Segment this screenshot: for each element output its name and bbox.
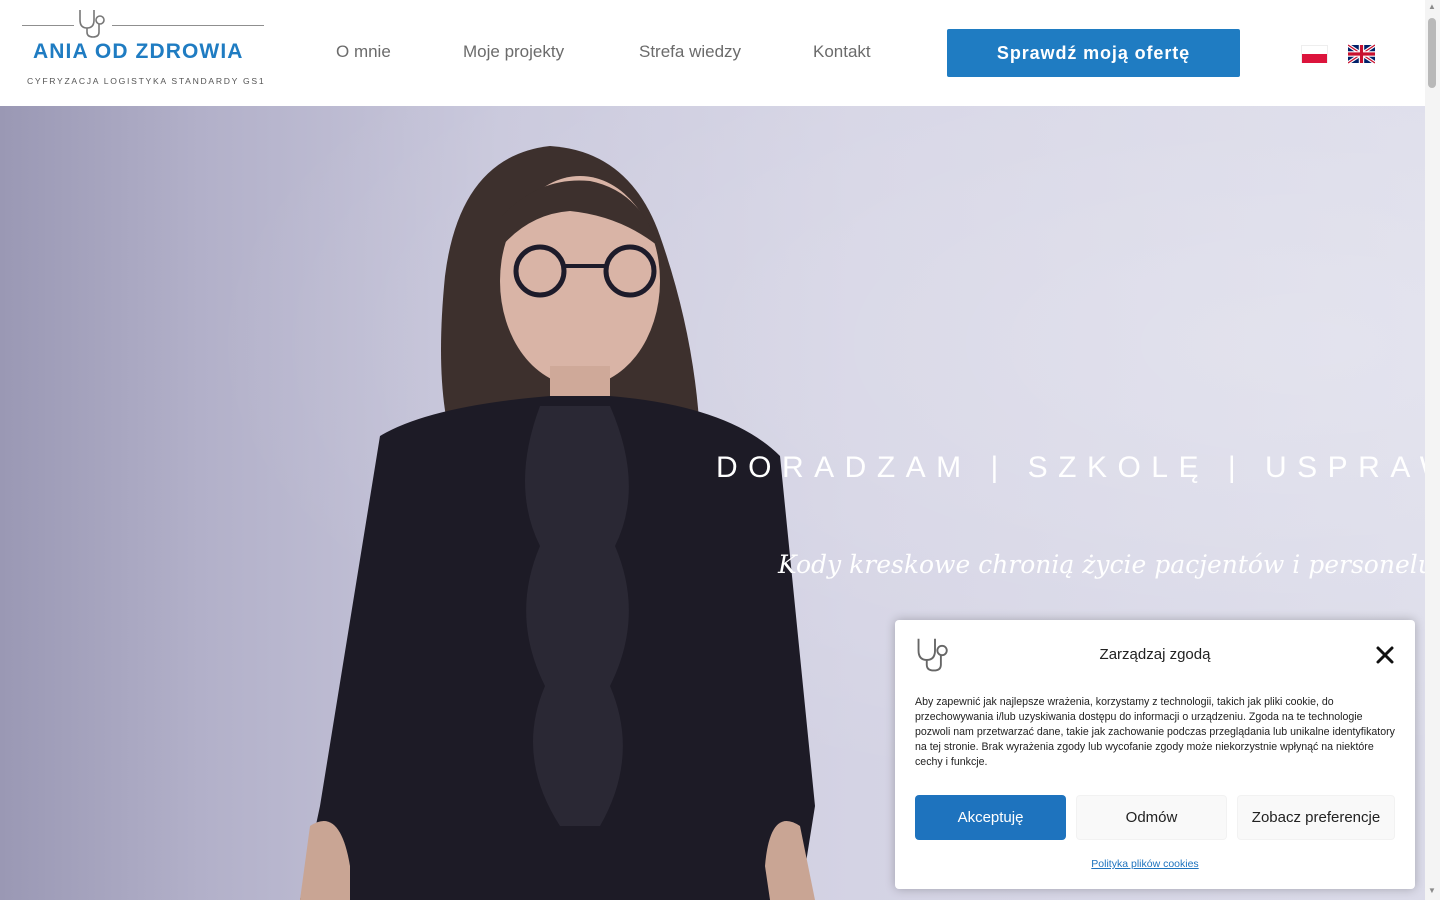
offer-button[interactable]: Sprawdź moją ofertę	[947, 29, 1240, 77]
nav-item-knowledge[interactable]: Strefa wiedzy	[639, 42, 741, 62]
cookie-description: Aby zapewnić jak najlepsze wrażenia, kor…	[915, 696, 1395, 768]
preferences-button[interactable]: Zobacz preferencje	[1237, 795, 1395, 840]
scroll-down-icon[interactable]: ▼	[1428, 886, 1436, 895]
site-header: ANIA OD ZDROWIA CYFRYZACJA LOGISTYKA STA…	[0, 0, 1425, 106]
hero-subtitle: Kody kreskowe chronią życie pacjentów i …	[778, 550, 1425, 579]
scroll-up-icon[interactable]: ▲	[1428, 2, 1436, 11]
hero-portrait-photo	[300, 146, 815, 900]
logo-rule-left	[22, 25, 74, 26]
cookie-policy-link[interactable]: Polityka plików cookies	[895, 858, 1395, 870]
flag-uk-icon[interactable]	[1348, 44, 1375, 64]
deny-button[interactable]: Odmów	[1076, 795, 1227, 840]
accept-button[interactable]: Akceptuję	[915, 795, 1066, 840]
nav-item-about[interactable]: O mnie	[336, 42, 391, 62]
scrollbar-thumb[interactable]	[1428, 18, 1436, 88]
flag-poland-icon[interactable]	[1301, 45, 1328, 63]
logo-title: ANIA OD ZDROWIA	[33, 40, 244, 63]
close-icon[interactable]	[1375, 645, 1395, 665]
site-logo[interactable]: ANIA OD ZDROWIA CYFRYZACJA LOGISTYKA STA…	[22, 8, 264, 88]
hero-title: DORADZAM | SZKOLĘ | USPRAWNIAM	[716, 451, 1425, 484]
nav-item-projects[interactable]: Moje projekty	[463, 42, 564, 62]
cookie-dialog-title: Zarządzaj zgodą	[1099, 646, 1211, 663]
nav-item-contact[interactable]: Kontakt	[813, 42, 871, 62]
stethoscope-icon	[79, 10, 105, 38]
logo-rule-right	[112, 25, 264, 26]
logo-tagline: CYFRYZACJA LOGISTYKA STANDARDY GS1	[27, 76, 266, 86]
page-scrollbar[interactable]: ▲ ▼	[1425, 0, 1440, 900]
cookie-consent-dialog: Zarządzaj zgodą Aby zapewnić jak najleps…	[895, 620, 1415, 889]
